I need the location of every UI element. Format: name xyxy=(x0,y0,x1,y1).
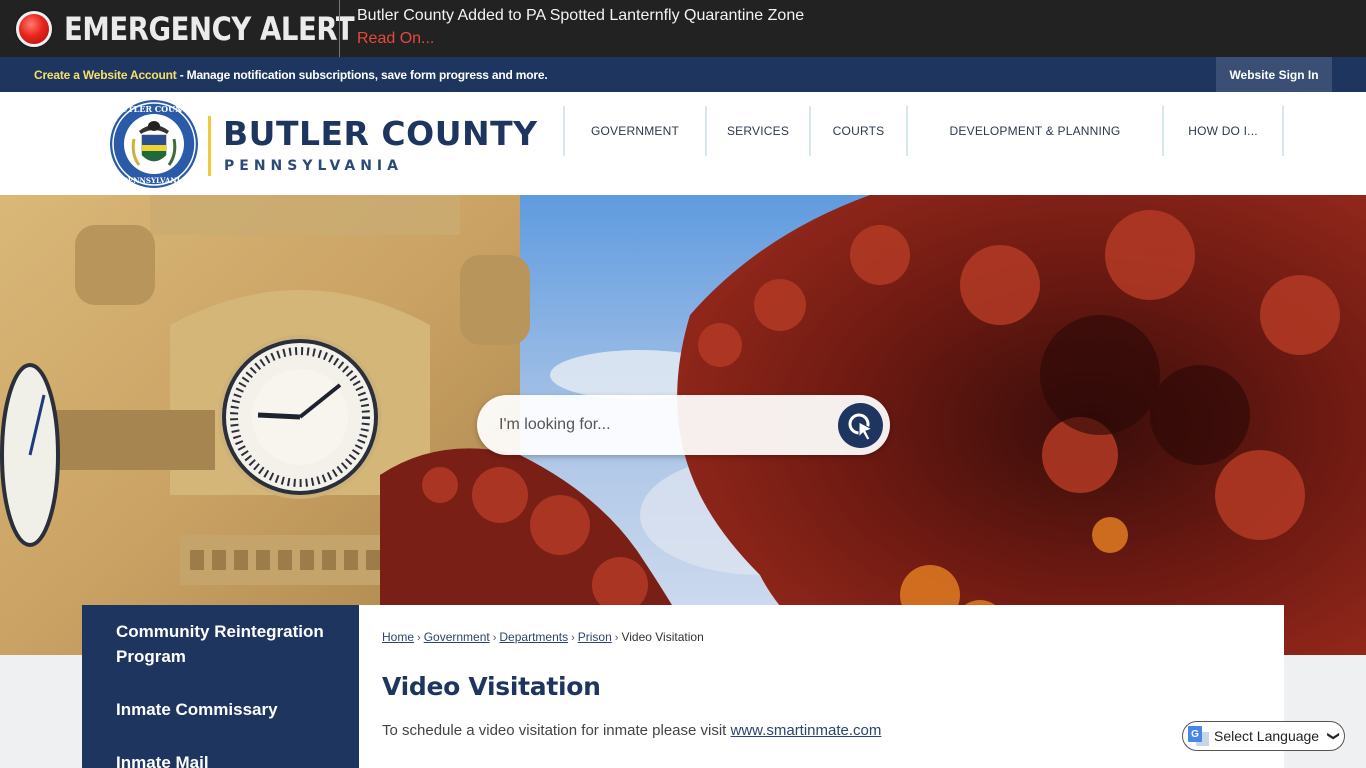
breadcrumb-separator: › xyxy=(571,632,575,644)
page-body-text: To schedule a video visitation for inmat… xyxy=(382,722,881,739)
section-sidebar: Community Reintegration Program Inmate C… xyxy=(82,605,359,768)
sidebar-item-community-reintegration[interactable]: Community Reintegration Program xyxy=(116,619,336,669)
account-description: - Manage notification subscriptions, sav… xyxy=(176,68,548,82)
nav-item-government[interactable]: GOVERNMENT xyxy=(563,106,705,156)
breadcrumb-home[interactable]: Home xyxy=(382,630,414,644)
create-account-link[interactable]: Create a Website Account xyxy=(34,68,177,82)
search-input[interactable] xyxy=(499,395,829,455)
main-content: Home › Government › Departments › Prison › Video… xyxy=(359,605,1284,768)
alert-read-on-link[interactable]: Read On... xyxy=(357,30,434,48)
chevron-down-icon: ❯ xyxy=(1327,730,1342,742)
breadcrumb-departments[interactable]: Departments xyxy=(499,630,568,644)
page-title: Video Visitation xyxy=(382,672,601,701)
breadcrumb-current: Video Visitation xyxy=(621,630,704,644)
search-pointer-icon xyxy=(848,413,873,441)
account-bar: Create a Website Account - Manage notifi… xyxy=(0,57,1366,92)
main-navigation: GOVERNMENT SERVICES COURTS DEVELOPMENT &… xyxy=(563,106,1284,156)
breadcrumb-government[interactable]: Government xyxy=(424,630,490,644)
google-translate-icon: G xyxy=(1188,726,1210,746)
svg-text:BUTLER COUNTY: BUTLER COUNTY xyxy=(114,104,194,114)
site-header: BUTLER COUNTY PENNSYLVANIA BUTLER COUNTY… xyxy=(0,92,1366,195)
breadcrumb-separator: › xyxy=(417,632,421,644)
sidebar-item-inmate-commissary[interactable]: Inmate Commissary xyxy=(116,697,336,722)
breadcrumb: Home › Government › Departments › Prison › Video… xyxy=(382,630,704,644)
alert-divider xyxy=(339,0,340,57)
alert-title: EMERGENCY ALERT xyxy=(64,9,355,48)
emergency-alert-bar: EMERGENCY ALERT Butler County Added to P… xyxy=(0,0,1366,57)
nav-item-development-planning[interactable]: DEVELOPMENT & PLANNING xyxy=(906,106,1162,156)
smartinmate-link[interactable]: www.smartinmate.com xyxy=(731,722,882,739)
breadcrumb-separator: › xyxy=(492,632,497,644)
county-seal-logo[interactable]: BUTLER COUNTY PENNSYLVANIA xyxy=(109,99,199,189)
website-sign-in-button[interactable]: Website Sign In xyxy=(1216,57,1332,92)
svg-text:PENNSYLVANIA: PENNSYLVANIA xyxy=(123,176,187,185)
nav-item-how-do-i[interactable]: HOW DO I... xyxy=(1162,106,1284,156)
alert-light-icon xyxy=(16,10,52,47)
logo-county-name[interactable]: BUTLER COUNTY xyxy=(223,114,538,153)
alert-headline[interactable]: Butler County Added to PA Spotted Lanter… xyxy=(357,7,804,25)
alert-badge: EMERGENCY ALERT xyxy=(16,0,401,57)
search-button[interactable] xyxy=(838,403,883,448)
body-text: To schedule a video visitation for inmat… xyxy=(382,722,731,739)
account-message: Create a Website Account - Manage notifi… xyxy=(34,68,548,82)
logo-state-name: PENNSYLVANIA xyxy=(224,158,403,174)
select-language-dropdown[interactable]: G Select Language ❯ xyxy=(1182,721,1345,751)
language-label: Select Language xyxy=(1214,728,1320,744)
logo-divider xyxy=(208,116,211,176)
nav-item-courts[interactable]: COURTS xyxy=(809,106,906,156)
breadcrumb-prison[interactable]: Prison xyxy=(578,630,612,644)
breadcrumb-separator: › xyxy=(614,632,619,644)
site-search-box xyxy=(477,395,890,455)
nav-item-services[interactable]: SERVICES xyxy=(705,106,809,156)
sidebar-item-inmate-mail[interactable]: Inmate Mail xyxy=(116,750,336,768)
